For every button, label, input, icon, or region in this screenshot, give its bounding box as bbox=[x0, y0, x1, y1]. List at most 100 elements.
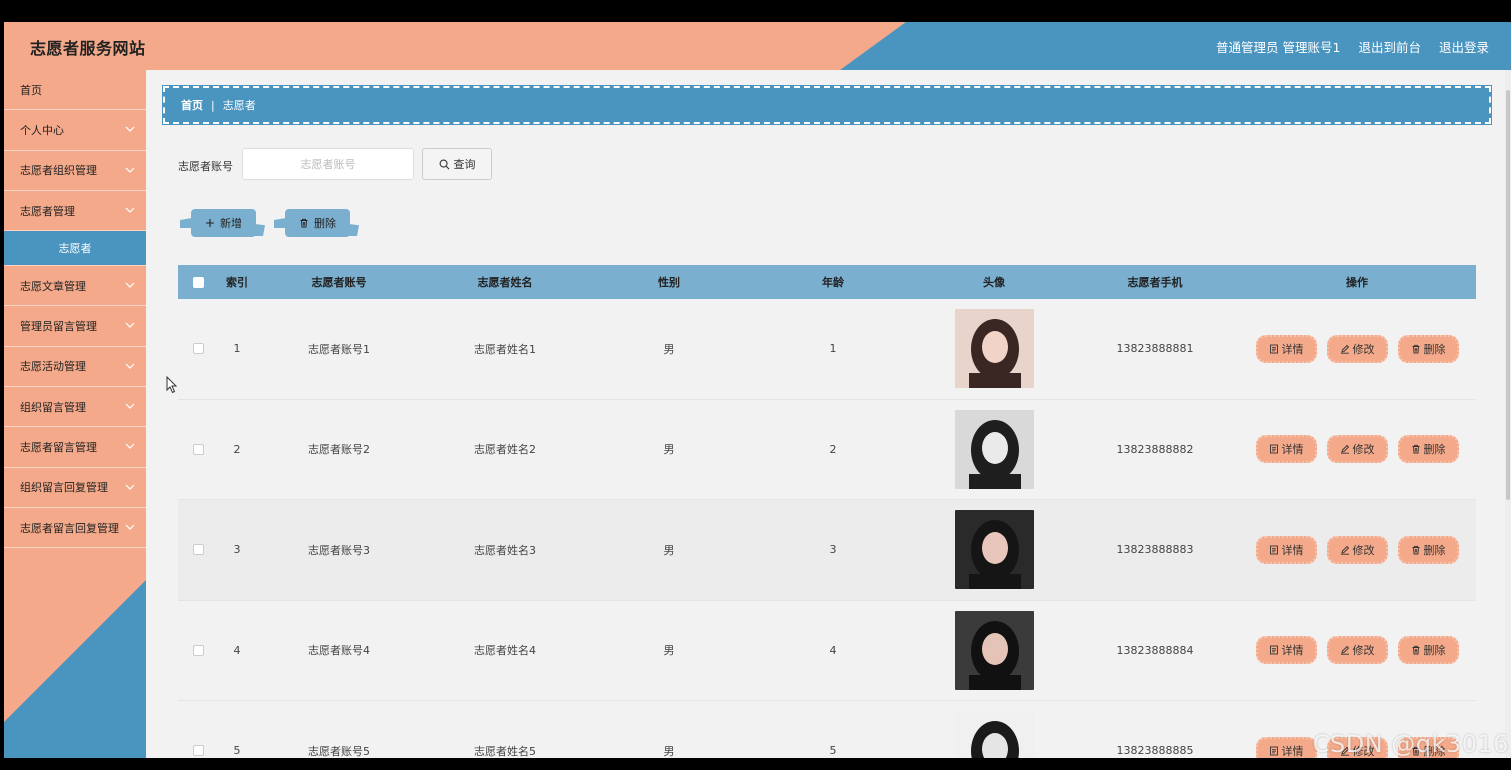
sidebar-subitem-volunteer[interactable]: 志愿者 bbox=[4, 231, 146, 267]
search-label: 志愿者账号 bbox=[178, 160, 233, 173]
edit-button-label: 修改 bbox=[1352, 543, 1375, 557]
chevron-down-icon bbox=[125, 323, 135, 329]
cell-sex: 男 bbox=[663, 744, 675, 758]
breadcrumb-home[interactable]: 首页 bbox=[181, 97, 203, 113]
sidebar-item-volunteer-reply[interactable]: 志愿者留言回复管理 bbox=[4, 508, 146, 549]
search-button[interactable]: 查询 bbox=[422, 148, 492, 180]
volunteer-table: 索引 志愿者账号 志愿者姓名 性别 年龄 头像 志愿者手机 操作 1 志愿者账号1… bbox=[178, 265, 1476, 758]
sidebar-item-org-management[interactable]: 志愿者组织管理 bbox=[4, 151, 146, 191]
cell-account: 志愿者账号2 bbox=[308, 443, 370, 457]
table-row: 5 志愿者账号5 志愿者姓名5 男 5 13823888885 详情 修改 删除 bbox=[178, 701, 1476, 758]
delete-button[interactable]: 删除 bbox=[1397, 334, 1459, 363]
detail-button[interactable]: 详情 bbox=[1255, 435, 1317, 464]
sidebar-item-personal-center[interactable]: 个人中心 bbox=[4, 110, 146, 151]
cell-account: 志愿者账号4 bbox=[308, 644, 370, 658]
sidebar-item-label: 个人中心 bbox=[20, 123, 64, 137]
search-icon bbox=[439, 159, 449, 169]
edit-button-label: 修改 bbox=[1352, 342, 1375, 356]
chevron-down-icon bbox=[125, 524, 135, 530]
row-checkbox[interactable] bbox=[192, 644, 204, 656]
site-title: 志愿者服务网站 bbox=[30, 39, 146, 58]
detail-button[interactable]: 详情 bbox=[1255, 535, 1317, 564]
batch-delete-button[interactable]: 删除 bbox=[285, 209, 350, 237]
current-user-label: 普通管理员 管理账号1 bbox=[1216, 40, 1341, 55]
delete-button[interactable]: 删除 bbox=[1397, 636, 1459, 665]
sidebar-item-org-reply[interactable]: 组织留言回复管理 bbox=[4, 468, 146, 508]
delete-button[interactable]: 删除 bbox=[1397, 435, 1459, 464]
detail-button[interactable]: 详情 bbox=[1255, 334, 1317, 363]
batch-delete-button-wrap: 删除 bbox=[274, 208, 359, 238]
document-icon bbox=[1269, 746, 1278, 756]
detail-button[interactable]: 详情 bbox=[1255, 736, 1317, 758]
row-select-cell bbox=[178, 544, 218, 556]
detail-button-label: 详情 bbox=[1281, 744, 1304, 758]
edit-icon bbox=[1340, 646, 1349, 655]
sidebar-item-org-message[interactable]: 组织留言管理 bbox=[4, 387, 146, 428]
scrollbar-thumb[interactable] bbox=[1506, 90, 1510, 500]
row-checkbox[interactable] bbox=[192, 544, 204, 556]
search-input[interactable] bbox=[242, 148, 414, 180]
sidebar-menu: 首页 个人中心 志愿者组织管理 志愿者管理 志愿者 志愿文章管理 管理员留言管理 bbox=[4, 70, 146, 549]
sidebar-item-home[interactable]: 首页 bbox=[4, 70, 146, 111]
chevron-down-icon bbox=[125, 363, 135, 369]
edit-button-label: 修改 bbox=[1352, 644, 1375, 658]
edit-icon bbox=[1340, 545, 1349, 555]
sidebar-item-label: 管理员留言管理 bbox=[20, 320, 97, 334]
table-row: 3 志愿者账号3 志愿者姓名3 男 3 13823888883 详情 修改 删除 bbox=[178, 500, 1476, 601]
edit-button[interactable]: 修改 bbox=[1326, 435, 1388, 464]
edit-button[interactable]: 修改 bbox=[1326, 636, 1388, 665]
detail-button-label: 详情 bbox=[1281, 443, 1304, 457]
breadcrumb: 首页 | 志愿者 bbox=[162, 85, 1492, 125]
table-row: 4 志愿者账号4 志愿者姓名4 男 4 13823888884 详情 修改 删除 bbox=[178, 601, 1476, 701]
edit-button[interactable]: 修改 bbox=[1326, 535, 1388, 564]
row-checkbox[interactable] bbox=[192, 745, 204, 757]
edit-button[interactable]: 修改 bbox=[1326, 334, 1388, 363]
detail-button-label: 详情 bbox=[1281, 342, 1304, 356]
add-button[interactable]: 新增 bbox=[191, 209, 256, 237]
sidebar-item-article-management[interactable]: 志愿文章管理 bbox=[4, 266, 146, 307]
edit-icon bbox=[1340, 344, 1349, 354]
cell-name: 志愿者姓名3 bbox=[474, 543, 536, 557]
cell-account: 志愿者账号1 bbox=[308, 342, 370, 356]
front-site-link[interactable]: 退出到前台 bbox=[1358, 37, 1421, 56]
chevron-down-icon bbox=[125, 282, 135, 289]
table-row: 2 志愿者账号2 志愿者姓名2 男 2 13823888882 详情 修改 删除 bbox=[178, 400, 1476, 500]
row-select-cell bbox=[178, 745, 218, 757]
button-decoration bbox=[349, 224, 359, 236]
row-checkbox[interactable] bbox=[192, 343, 204, 355]
sidebar-item-label: 志愿活动管理 bbox=[20, 360, 86, 374]
delete-button-label: 删除 bbox=[1423, 342, 1446, 356]
button-decoration bbox=[180, 218, 192, 228]
chevron-down-icon bbox=[125, 403, 135, 409]
avatar bbox=[954, 409, 1034, 489]
cell-phone: 13823888884 bbox=[1116, 643, 1194, 657]
logout-link[interactable]: 退出登录 bbox=[1439, 37, 1489, 56]
cell-actions: 详情 修改 删除 bbox=[1238, 435, 1476, 464]
breadcrumb-separator: | bbox=[211, 98, 215, 112]
sidebar-item-label: 组织留言回复管理 bbox=[20, 481, 108, 495]
plus-icon bbox=[206, 219, 214, 227]
cell-phone: 13823888885 bbox=[1116, 744, 1194, 758]
detail-button[interactable]: 详情 bbox=[1255, 636, 1317, 665]
sidebar-item-activity-management[interactable]: 志愿活动管理 bbox=[4, 347, 146, 388]
sidebar-item-volunteer-management[interactable]: 志愿者管理 bbox=[4, 191, 146, 232]
chevron-down-icon bbox=[125, 443, 135, 450]
add-button-label: 新增 bbox=[220, 217, 242, 230]
cell-age: 2 bbox=[829, 442, 837, 456]
trash-icon bbox=[1412, 344, 1419, 354]
sidebar-item-volunteer-message[interactable]: 志愿者留言管理 bbox=[4, 427, 146, 468]
cell-name: 志愿者姓名5 bbox=[474, 744, 536, 758]
cell-age: 5 bbox=[829, 744, 837, 758]
avatar bbox=[954, 610, 1034, 690]
delete-button[interactable]: 删除 bbox=[1397, 535, 1459, 564]
cell-avatar bbox=[916, 309, 1072, 389]
table-row: 1 志愿者账号1 志愿者姓名1 男 1 13823888881 详情 修改 删除 bbox=[178, 299, 1476, 400]
sidebar-item-admin-message[interactable]: 管理员留言管理 bbox=[4, 306, 146, 347]
trash-icon bbox=[1412, 445, 1419, 454]
document-icon bbox=[1269, 545, 1278, 555]
cell-index: 4 bbox=[233, 643, 241, 657]
row-checkbox[interactable] bbox=[192, 443, 204, 455]
document-icon bbox=[1269, 344, 1278, 354]
search-button-label: 查询 bbox=[453, 158, 476, 171]
select-all-checkbox[interactable] bbox=[192, 276, 204, 288]
